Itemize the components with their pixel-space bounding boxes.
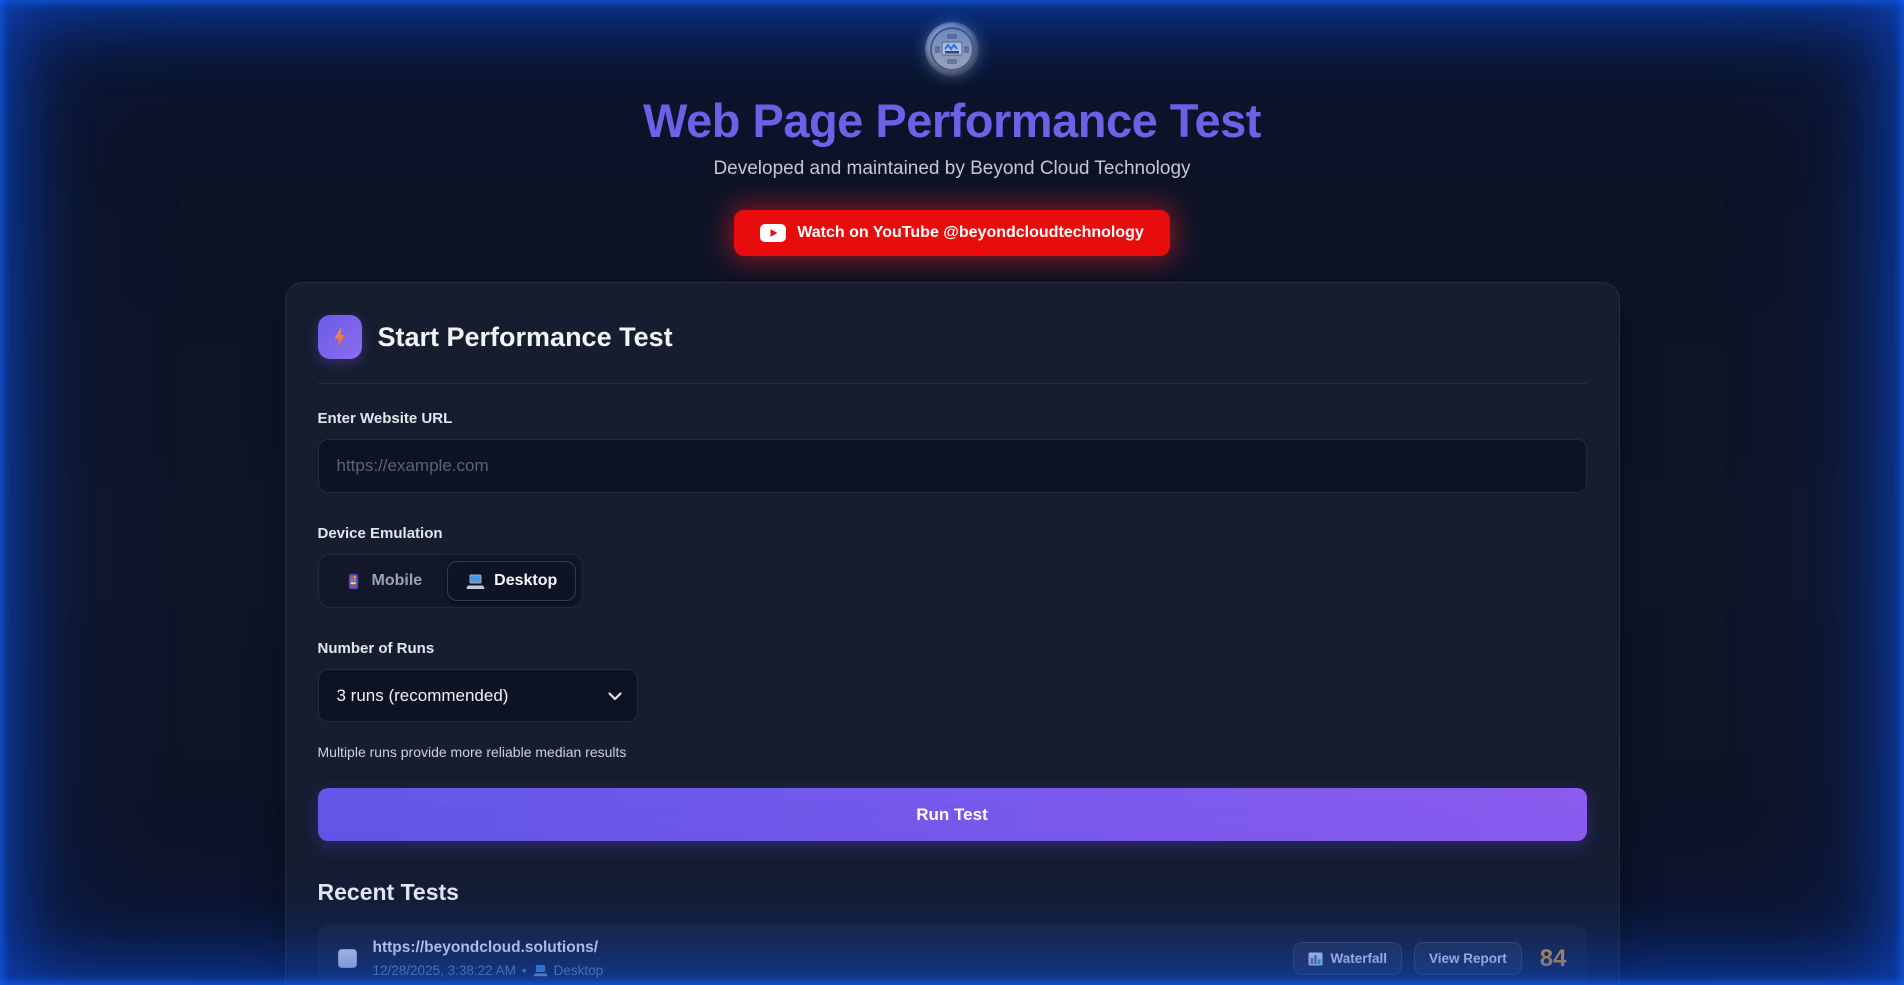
page-title: Web Page Performance Test (0, 93, 1904, 148)
bar-chart-icon (1308, 952, 1323, 966)
runs-select-wrap: 3 runs (recommended) (318, 669, 638, 722)
card-title: Start Performance Test (378, 322, 673, 353)
youtube-button-wrap: Watch on YouTube @beyondcloudtechnology (0, 210, 1904, 256)
recent-test-info: https://beyondcloud.solutions/ 12/28/202… (373, 939, 1293, 978)
header-divider (318, 383, 1587, 384)
device-mobile-button[interactable]: Mobile (325, 561, 442, 601)
url-field-label: Enter Website URL (318, 410, 1587, 427)
laptop-icon (533, 964, 548, 977)
runs-help-text: Multiple runs provide more reliable medi… (318, 744, 1587, 760)
card-header: Start Performance Test (318, 315, 1587, 359)
device-desktop-button[interactable]: Desktop (447, 561, 576, 601)
performance-score: 84 (1540, 945, 1567, 973)
recent-test-device: Desktop (554, 963, 604, 978)
device-desktop-label: Desktop (494, 572, 557, 590)
view-report-button[interactable]: View Report (1414, 942, 1522, 975)
runs-select[interactable]: 3 runs (recommended) (318, 669, 638, 722)
url-field-group: Enter Website URL (318, 410, 1587, 493)
page: Web Page Performance Test Developed and … (0, 0, 1904, 985)
mobile-phone-icon (344, 573, 363, 590)
view-report-button-label: View Report (1429, 951, 1507, 966)
youtube-play-icon (760, 224, 786, 242)
device-toggle-group: Mobile Desktop (318, 554, 584, 608)
watch-on-youtube-button[interactable]: Watch on YouTube @beyondcloudtechnology (734, 210, 1170, 256)
waterfall-button[interactable]: Waterfall (1293, 942, 1403, 975)
watch-on-youtube-label: Watch on YouTube @beyondcloudtechnology (797, 224, 1144, 242)
meta-separator: • (522, 963, 527, 978)
waterfall-button-label: Waterfall (1331, 951, 1388, 966)
device-emulation-group: Device Emulation Mobile (318, 525, 1587, 608)
device-mobile-label: Mobile (372, 572, 423, 590)
recent-test-meta: 12/28/2025, 3:38:22 AM • Desktop (373, 963, 1293, 978)
device-emulation-label: Device Emulation (318, 525, 1587, 542)
recent-test-row: https://beyondcloud.solutions/ 12/28/202… (318, 924, 1587, 985)
recent-tests-heading: Recent Tests (318, 879, 1587, 906)
run-test-button[interactable]: Run Test (318, 788, 1587, 841)
hero-header: Web Page Performance Test Developed and … (0, 0, 1904, 180)
laptop-icon (466, 573, 485, 590)
recent-test-timestamp: 12/28/2025, 3:38:22 AM (373, 963, 516, 978)
performance-test-card: Start Performance Test Enter Website URL… (285, 282, 1620, 985)
runs-group: Number of Runs 3 runs (recommended) Mult… (318, 640, 1587, 760)
recent-test-actions: Waterfall View Report 84 (1293, 942, 1567, 975)
runs-label: Number of Runs (318, 640, 1587, 657)
website-url-input[interactable] (318, 439, 1587, 493)
beyond-cloud-logo-icon (925, 22, 979, 76)
recent-test-url: https://beyondcloud.solutions/ (373, 939, 1293, 957)
recent-test-checkbox[interactable] (338, 949, 357, 968)
lightning-bolt-icon (318, 315, 362, 359)
page-subtitle: Developed and maintained by Beyond Cloud… (0, 158, 1904, 180)
